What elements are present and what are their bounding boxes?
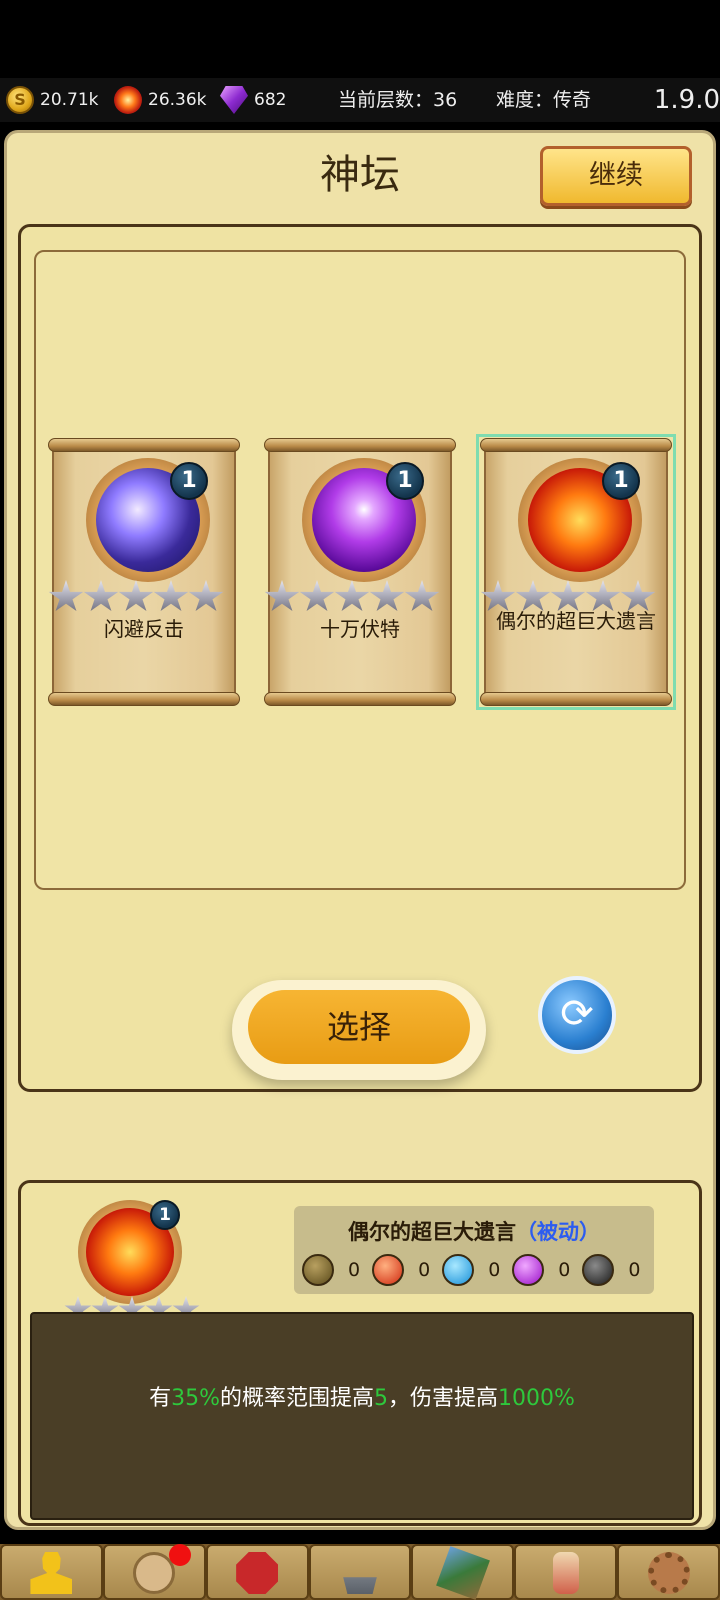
notification-dot [168, 1544, 191, 1566]
bottom-nav [0, 1544, 720, 1600]
desc-text-segment: 的概率范围提高 [219, 1386, 374, 1411]
difficulty-label: 难度：传奇 [496, 89, 592, 111]
scroll-rod-top [48, 438, 240, 452]
gem-amount: 682 [254, 90, 287, 110]
skill-name: 闪避反击 [104, 617, 184, 641]
star-icon [118, 580, 154, 611]
gold-amount: 20.71k [40, 90, 99, 110]
nav-scroll[interactable] [514, 1544, 618, 1600]
scroll-rod-top [264, 438, 456, 452]
arcane-element-icon [512, 1254, 545, 1286]
star-icon [299, 580, 335, 611]
scroll-rod-bottom [264, 692, 456, 706]
desc-highlight-range: 5 [374, 1386, 388, 1411]
star-rating [48, 580, 224, 614]
gem-counter: 682 [220, 78, 286, 122]
scroll-rod-bottom [480, 692, 672, 706]
fire-element-icon [372, 1254, 405, 1286]
star-icon [369, 580, 405, 611]
nav-equipment[interactable] [205, 1544, 309, 1600]
star-icon [188, 580, 224, 611]
scroll-icon [552, 1552, 579, 1594]
current-floor-label: 当前层数：36 [338, 89, 458, 111]
element-water: 0 [442, 1254, 500, 1286]
continue-button[interactable]: 继续 [540, 146, 692, 206]
fire-amount: 26.36k [148, 90, 207, 110]
star-icon [264, 580, 300, 611]
detail-level-badge: 1 [150, 1200, 180, 1230]
desc-text-segment: 有 [149, 1386, 172, 1411]
settings-gear-icon [647, 1552, 690, 1594]
skill-description-box: 有35%的概率范围提高5，伤害提高1000% [30, 1312, 694, 1520]
element-count: 0 [628, 1259, 641, 1281]
skill-name: 偶尔的超巨大遗言 [496, 609, 656, 633]
scroll-rod-bottom [48, 692, 240, 706]
nav-forge[interactable] [308, 1544, 412, 1600]
nav-map[interactable] [411, 1544, 515, 1600]
level-badge: 1 [386, 462, 424, 500]
star-icon [404, 580, 440, 611]
element-count: 0 [558, 1259, 571, 1281]
star-icon [48, 580, 84, 611]
dark-element-icon [582, 1254, 615, 1286]
scroll-rod-top [480, 438, 672, 452]
skill-info-box: 偶尔的超巨大遗言（被动） 0 0 0 0 0 [294, 1206, 654, 1294]
fire-orb-icon [114, 86, 142, 114]
water-element-icon [442, 1254, 475, 1286]
gem-icon [220, 86, 248, 114]
nav-hero[interactable] [0, 1544, 103, 1600]
skill-description: 有35%的概率范围提高5，伤害提高1000% [32, 1380, 692, 1412]
map-icon [435, 1546, 490, 1600]
star-icon [153, 580, 189, 611]
element-cost-row: 0 0 0 0 0 [302, 1254, 652, 1286]
desc-highlight-chance: 35% [171, 1386, 220, 1411]
star-rating [264, 580, 440, 614]
skill-card-thunderbolt[interactable]: 1 十万伏特 [264, 438, 456, 706]
detail-skill-name: 偶尔的超巨大遗言 [348, 1220, 516, 1244]
element-count: 0 [418, 1259, 431, 1281]
level-badge: 1 [602, 462, 640, 500]
gold-counter: 20.71k [6, 78, 99, 122]
refresh-icon[interactable]: ⟳ [538, 976, 616, 1054]
skill-type-label: （被动） [516, 1220, 600, 1244]
select-button-label: 选择 [248, 990, 470, 1064]
skill-card-dodge-counter[interactable]: 1 闪避反击 [48, 438, 240, 706]
star-icon [83, 580, 119, 611]
version-label: 1.9.0 [653, 85, 720, 115]
element-arcane: 0 [512, 1254, 570, 1286]
detail-skill-title: 偶尔的超巨大遗言（被动） [294, 1216, 654, 1246]
fire-counter: 26.36k [114, 78, 207, 122]
forge-icon [343, 1577, 377, 1594]
skill-card-last-words[interactable]: 1 偶尔的超巨大遗言 [476, 434, 676, 710]
select-button[interactable]: 选择 [232, 980, 486, 1080]
status-bar: 20.71k 26.36k 682 当前层数：36 难度：传奇 1.9.0 [0, 78, 720, 122]
star-icon [334, 580, 370, 611]
nav-settings[interactable] [617, 1544, 720, 1600]
gold-coin-icon [6, 86, 34, 114]
equipment-icon [236, 1552, 279, 1594]
element-earth: 0 [302, 1254, 360, 1286]
element-dark: 0 [582, 1254, 640, 1286]
hero-icon [30, 1552, 73, 1594]
desc-highlight-damage: 1000% [498, 1386, 575, 1411]
earth-element-icon [302, 1254, 334, 1286]
skill-name: 十万伏特 [320, 617, 400, 641]
element-count: 0 [488, 1259, 501, 1281]
level-badge: 1 [170, 462, 208, 500]
element-count: 0 [348, 1259, 361, 1281]
nav-pet[interactable] [102, 1544, 206, 1600]
element-fire: 0 [372, 1254, 430, 1286]
desc-text-segment: ，伤害提高 [388, 1386, 499, 1411]
